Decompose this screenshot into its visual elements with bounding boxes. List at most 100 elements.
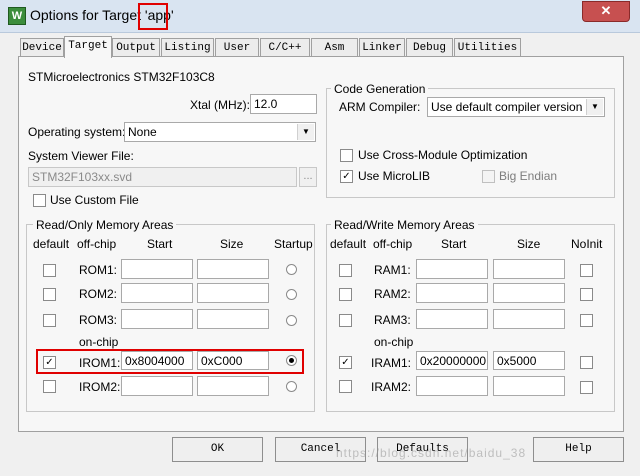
tab-debug[interactable]: Debug (406, 38, 453, 57)
iram1-default-checkbox[interactable]: ✓ (339, 356, 352, 369)
rom3-start-input[interactable] (121, 309, 193, 329)
ro-onchip-label: on-chip (79, 335, 119, 349)
irom1-default-checkbox[interactable]: ✓ (43, 356, 56, 369)
microlib-checkbox[interactable]: ✓ (340, 170, 353, 183)
os-select[interactable]: None ▼ (124, 122, 316, 142)
window-title-prefix: Options for Target (30, 7, 145, 23)
iram1-noinit-checkbox[interactable] (580, 356, 593, 369)
rom3-label: ROM3: (79, 313, 118, 327)
ram3-label: RAM3: (374, 313, 411, 327)
chevron-down-icon: ▼ (297, 124, 314, 140)
rom1-size-input[interactable] (197, 259, 269, 279)
tab-target[interactable]: Target (64, 36, 112, 58)
tab-user[interactable]: User (215, 38, 259, 57)
ram1-label: RAM1: (374, 263, 411, 277)
rom2-label: ROM2: (79, 287, 118, 301)
irom2-startup-radio[interactable] (286, 381, 297, 392)
watermark: https://blog.csdn.net/baidu_38 (336, 446, 527, 460)
rw-onchip-label: on-chip (374, 335, 414, 349)
ram1-default-checkbox[interactable] (339, 264, 352, 277)
ok-button[interactable]: OK (172, 437, 263, 462)
rom2-size-input[interactable] (197, 283, 269, 303)
ro-header-offchip: off-chip (77, 237, 117, 251)
close-icon: ✕ (600, 3, 612, 18)
svd-browse-button[interactable]: ... (299, 167, 317, 187)
ram2-label: RAM2: (374, 287, 411, 301)
ro-header-size: Size (220, 237, 244, 251)
rom3-startup-radio[interactable] (286, 315, 297, 326)
microlib-label: Use MicroLIB (358, 169, 431, 183)
svd-input[interactable]: STM32F103xx.svd (28, 167, 297, 187)
title-target-highlight (138, 3, 168, 30)
custom-file-label: Use Custom File (50, 193, 139, 207)
rw-header-start: Start (441, 237, 467, 251)
iram1-size-input[interactable]: 0x5000 (493, 351, 565, 370)
cross-module-checkbox[interactable] (340, 149, 353, 162)
compiler-select[interactable]: Use default compiler version 5 ▼ (427, 97, 605, 117)
ram3-size-input[interactable] (493, 309, 565, 329)
irom2-default-checkbox[interactable] (43, 380, 56, 393)
ram1-size-input[interactable] (493, 259, 565, 279)
xtal-input[interactable]: 12.0 (250, 94, 317, 114)
ram1-start-input[interactable] (416, 259, 488, 279)
ram2-start-input[interactable] (416, 283, 488, 303)
iram2-size-input[interactable] (493, 376, 565, 396)
custom-file-checkbox[interactable] (33, 194, 46, 207)
rw-header-default: default (330, 237, 367, 251)
compiler-select-value: Use default compiler version 5 (431, 100, 593, 114)
ro-header-default: default (33, 237, 70, 251)
rw-header-offchip: off-chip (373, 237, 413, 251)
ram1-noinit-checkbox[interactable] (580, 264, 593, 277)
ram3-default-checkbox[interactable] (339, 314, 352, 327)
irom1-startup-radio[interactable] (286, 355, 297, 366)
tab-linker[interactable]: Linker (359, 38, 405, 57)
device-name: STMicroelectronics STM32F103C8 (28, 70, 215, 84)
rom1-default-checkbox[interactable] (43, 264, 56, 277)
rw-header-size: Size (517, 237, 541, 251)
chevron-down-icon: ▼ (586, 99, 603, 115)
ram3-start-input[interactable] (416, 309, 488, 329)
keil-uvision-icon: W (8, 7, 26, 25)
help-button[interactable]: Help (533, 437, 624, 462)
iram2-default-checkbox[interactable] (339, 380, 352, 393)
tab-output[interactable]: Output (112, 38, 160, 57)
cross-module-label: Use Cross-Module Optimization (358, 148, 528, 162)
ro-header-start: Start (147, 237, 173, 251)
ram2-default-checkbox[interactable] (339, 288, 352, 301)
rom3-default-checkbox[interactable] (43, 314, 56, 327)
irom2-start-input[interactable] (121, 376, 193, 396)
big-endian-label: Big Endian (499, 169, 558, 183)
rom1-startup-radio[interactable] (286, 264, 297, 275)
irom2-label: IROM2: (79, 380, 121, 394)
iram1-start-input[interactable]: 0x20000000 (416, 351, 488, 370)
rw-header-noinit: NoInit (571, 237, 603, 251)
rom2-start-input[interactable] (121, 283, 193, 303)
big-endian-checkbox[interactable] (482, 170, 495, 183)
iram2-noinit-checkbox[interactable] (580, 381, 593, 394)
rom2-default-checkbox[interactable] (43, 288, 56, 301)
ram3-noinit-checkbox[interactable] (580, 314, 593, 327)
rom3-size-input[interactable] (197, 309, 269, 329)
irom1-start-input[interactable]: 0x8004000 (121, 351, 193, 370)
irom1-label: IROM1: (79, 356, 121, 370)
ro-header-startup: Startup (274, 237, 313, 251)
iram2-start-input[interactable] (416, 376, 488, 396)
rom2-startup-radio[interactable] (286, 289, 297, 300)
os-label: Operating system: (28, 125, 126, 139)
ram2-noinit-checkbox[interactable] (580, 288, 593, 301)
ram2-size-input[interactable] (493, 283, 565, 303)
iram2-label: IRAM2: (371, 380, 412, 394)
tab-asm[interactable]: Asm (311, 38, 358, 57)
tab-device[interactable]: Device (20, 38, 64, 57)
irom1-size-input[interactable]: 0xC000 (197, 351, 269, 370)
rom1-label: ROM1: (79, 263, 118, 277)
os-select-value: None (128, 125, 157, 139)
tab-listing[interactable]: Listing (161, 38, 214, 57)
iram1-label: IRAM1: (371, 356, 412, 370)
svd-label: System Viewer File: (28, 149, 134, 163)
rom1-start-input[interactable] (121, 259, 193, 279)
tab-c-cpp[interactable]: C/C++ (260, 38, 310, 57)
irom2-size-input[interactable] (197, 376, 269, 396)
close-button[interactable]: ✕ (582, 1, 630, 22)
tab-utilities[interactable]: Utilities (454, 38, 521, 57)
